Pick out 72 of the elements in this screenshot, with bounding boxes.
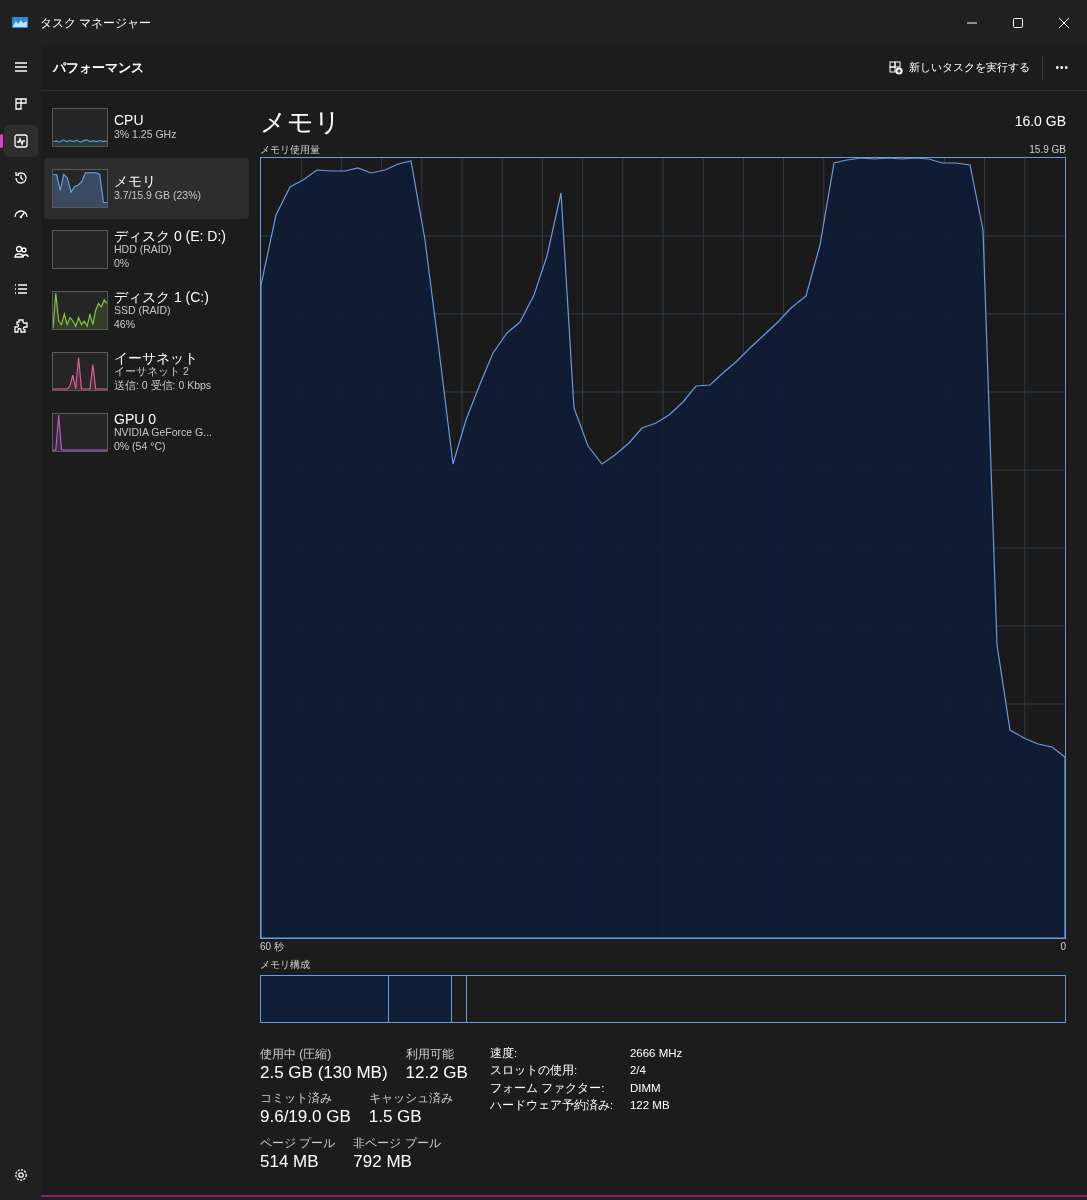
device-detail: NVIDIA GeForce G... [114,426,213,440]
stat-label: 非ページ プール [353,1134,441,1152]
usage-graph [52,352,108,391]
stat-label: ページ プール [260,1134,336,1152]
device-detail: SSD (RAID) [114,304,172,318]
device-name: イーサネット [114,350,199,366]
device-item[interactable]: GPU 0 NVIDIA GeForce G... 0% (54 °C) [44,402,249,463]
users-icon [12,244,29,260]
stat-value: 9.6/19.0 GB [260,1107,351,1128]
graph-max: 15.9 GB [1029,143,1066,157]
device-item[interactable]: CPU 3% 1.25 GHz [44,97,249,158]
device-name: ディスク 0 (E: D:) [114,228,226,244]
device-detail: HDD (RAID) [114,243,173,257]
window-title: タスク マネージャー [40,14,152,32]
grid-icon [12,96,29,112]
app-icon [12,17,28,28]
time-axis-start: 60 秒 [260,940,284,954]
total-memory: 16.0 GB [1014,112,1066,131]
device-detail: 0% (54 °C) [114,439,167,454]
property-value: 2666 MHz [629,1046,683,1061]
more-button[interactable]: ••• [1049,59,1075,76]
property-value: DIMM [629,1080,661,1096]
stat-value: 792 MB [353,1151,413,1173]
property-label: スロットの使用: [489,1063,579,1079]
usage-graph [52,230,108,269]
settings-icon [12,1167,29,1183]
device-name: CPU [114,113,145,128]
device-detail: 3% 1.25 GHz [114,128,177,142]
property-label: ハードウェア予約済み: [489,1097,615,1113]
device-detail: 3.7/15.9 GB (23%) [114,189,201,203]
device-item[interactable]: ディスク 0 (E: D:) HDD (RAID) 0% [44,219,249,280]
property-label: 速度: [489,1046,519,1061]
usage-graph [52,108,108,147]
page-title: パフォーマンス [53,58,144,77]
device-detail: イーサネット 2 [114,365,190,379]
pulse-icon [12,133,29,149]
menu-icon [12,59,29,75]
device-name: ディスク 1 (C:) [114,289,209,305]
usage-graph [52,169,108,208]
device-name: メモリ [114,174,157,189]
puzzle-icon [12,318,29,334]
composition-label: メモリ構成 [260,958,310,972]
device-detail: 0% [114,256,131,271]
panel-title: メモリ [260,106,341,139]
device-item[interactable]: イーサネット イーサネット 2 送信: 0 受信: 0 Kbps [44,341,249,402]
add-task-icon [889,60,904,75]
stat-label: 使用中 (圧縮) [260,1046,333,1063]
maximize-icon [1013,18,1023,29]
close-icon [1059,18,1069,29]
property-value: 122 MB [629,1097,670,1113]
usage-graph [52,413,108,452]
list-icon [12,281,29,297]
stat-value: 12.2 GB [405,1063,468,1084]
graph-label: メモリ使用量 [260,143,320,157]
device-detail: 46% [114,317,136,332]
device-item[interactable]: メモリ 3.7/15.9 GB (23%) [44,158,249,219]
stat-value: 514 MB [260,1151,320,1173]
property-value: 2/4 [629,1063,646,1079]
stat-value: 2.5 GB (130 MB) [260,1063,388,1084]
device-name: GPU 0 [114,411,157,427]
property-label: フォーム ファクター: [489,1080,606,1096]
stat-label: 利用可能 [405,1046,455,1063]
stat-label: コミット済み [260,1090,333,1108]
stat-label: キャッシュ済み [368,1090,453,1108]
device-item[interactable]: ディスク 1 (C:) SSD (RAID) 46% [44,280,249,341]
time-axis-end: 0 [1060,940,1066,954]
usage-graph [52,291,108,330]
pulse-button[interactable] [3,125,38,157]
device-detail: 送信: 0 受信: 0 Kbps [114,378,212,393]
history-icon [12,170,29,186]
run-task-button[interactable]: 新しいタスクを実行する [883,56,1037,79]
stat-value: 1.5 GB [368,1107,423,1128]
